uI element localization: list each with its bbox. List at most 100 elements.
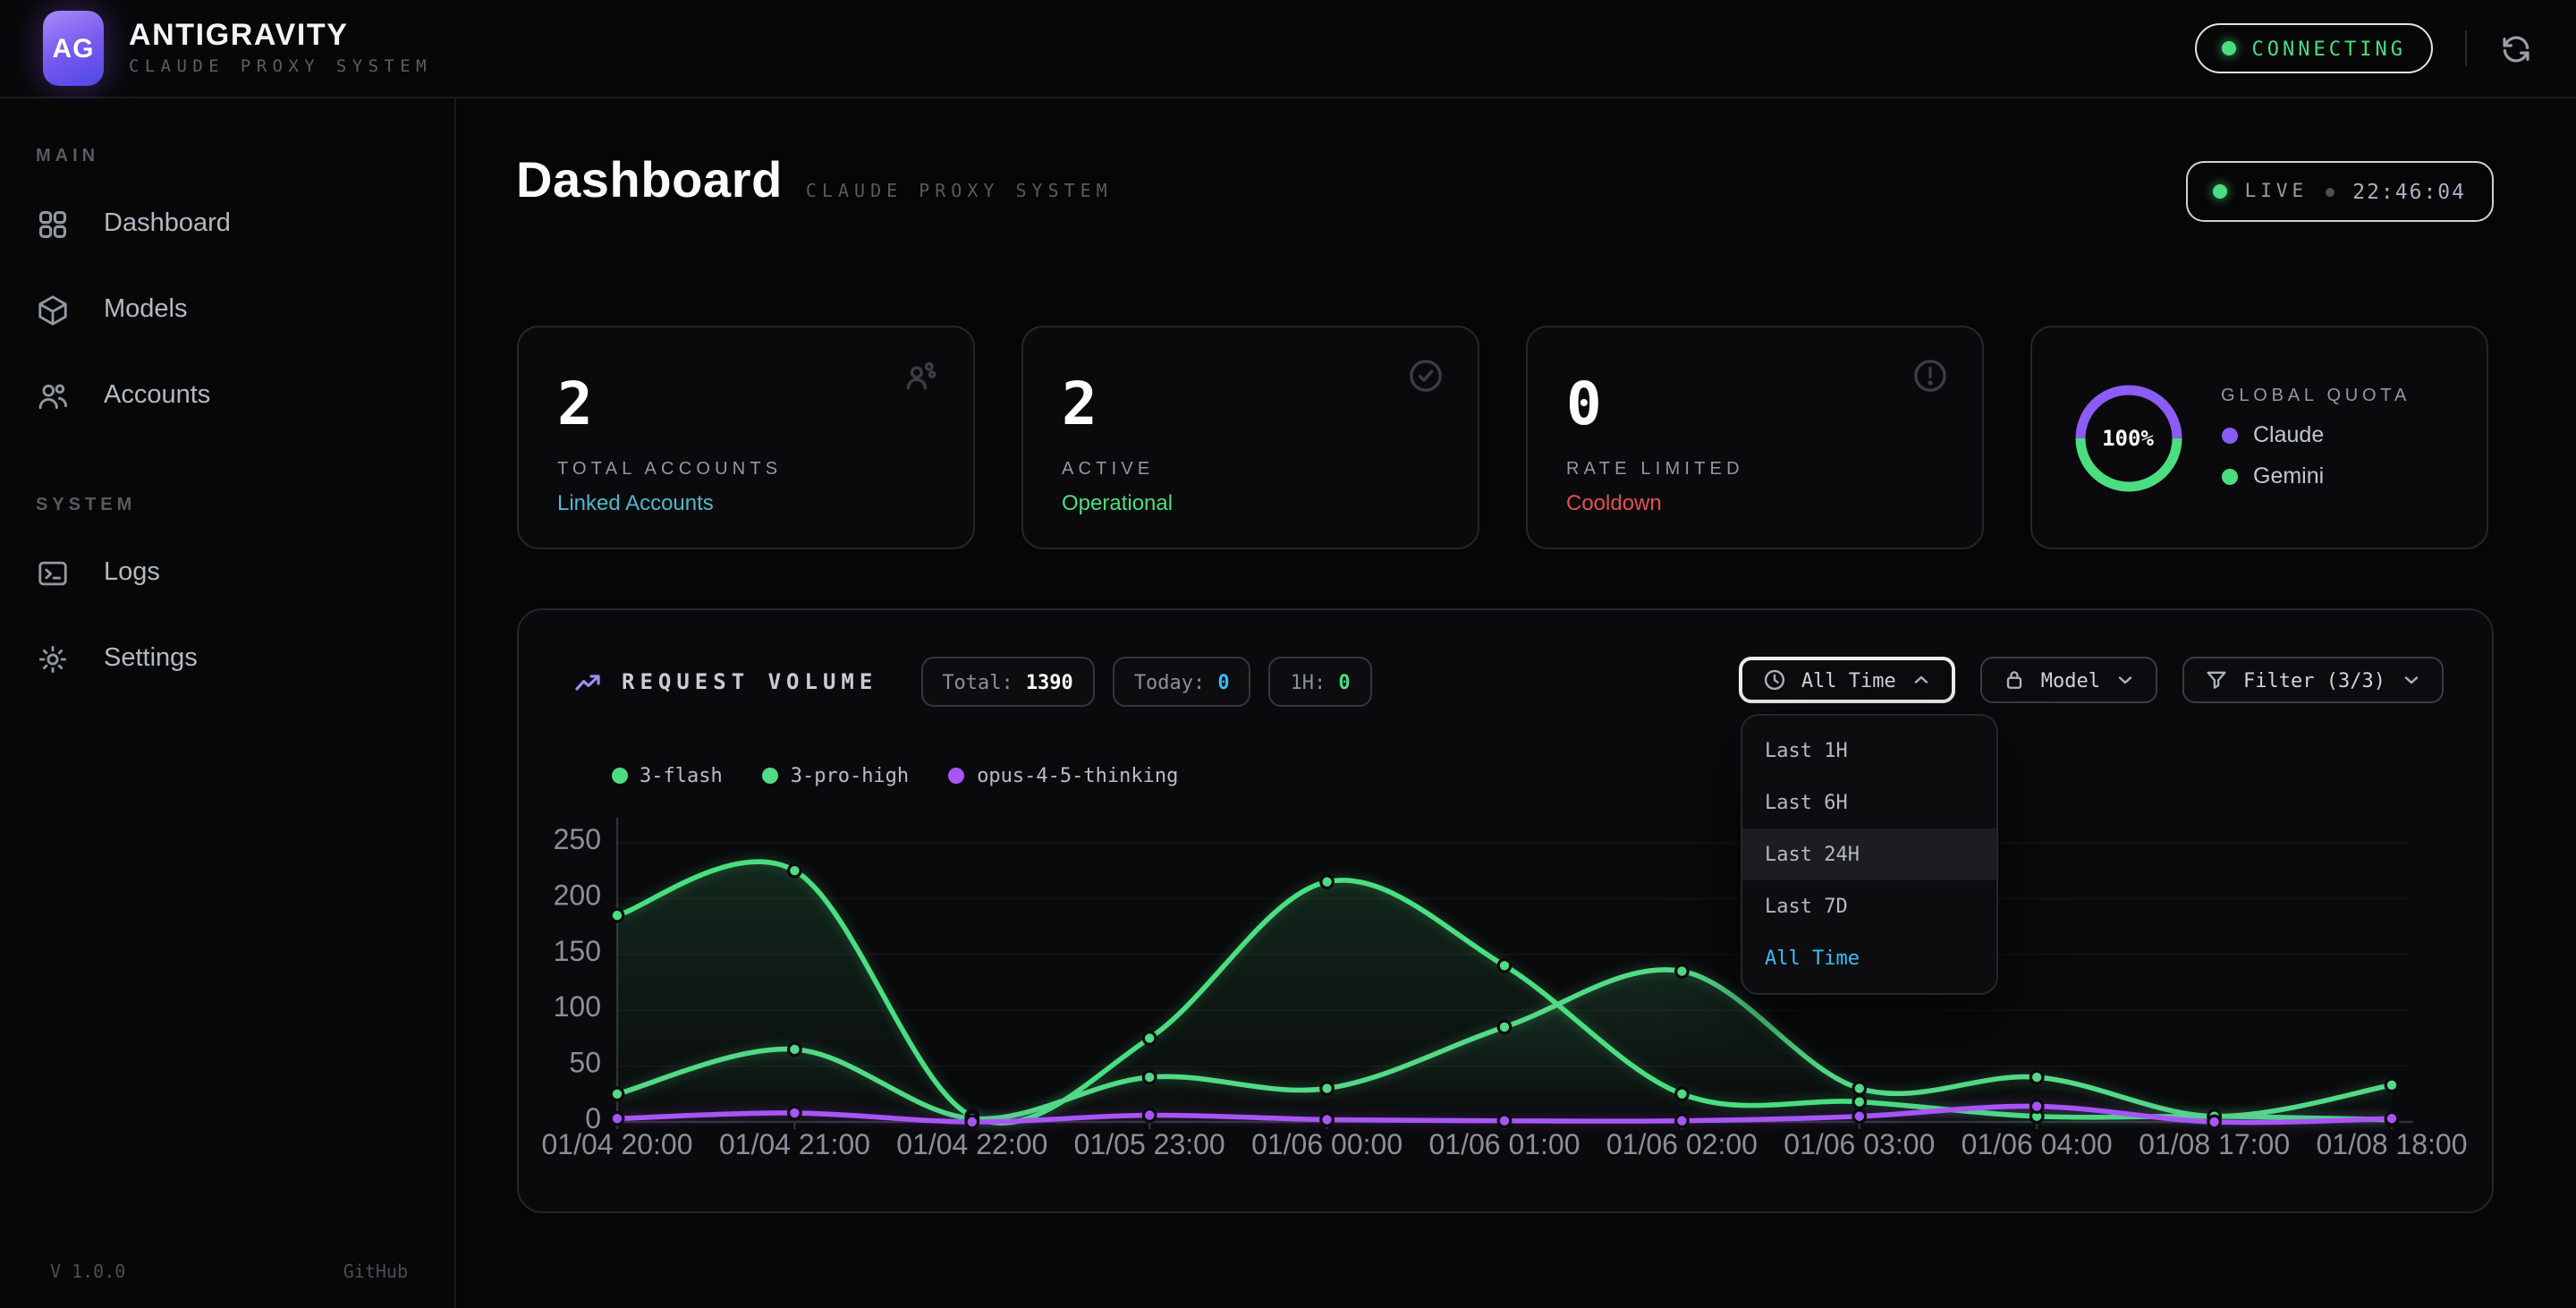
svg-text:150: 150 [553,935,600,967]
chevron-down-icon [2400,669,2421,691]
svg-text:50: 50 [568,1047,600,1079]
filter-button[interactable]: Filter (3/3) [2182,657,2443,703]
svg-text:200: 200 [553,879,600,911]
svg-text:100: 100 [553,990,600,1023]
dashboard-grid-icon [36,207,70,241]
main-content: Dashboard CLAUDE PROXY SYSTEM LIVE 22:46… [456,98,2576,1308]
today-chip: Today: 0 [1113,657,1251,707]
legend-item-3-pro-high: 3-pro-high [762,764,909,787]
chart-legend: 3-flash 3-pro-high opus-4-5-thinking [611,764,1178,787]
app-version: V 1.0.0 [50,1263,125,1283]
quota-wrap: 100% GLOBAL QUOTA Claude Gemini [2071,363,2446,512]
sidebar-footer: V 1.0.0 GitHub [50,1263,408,1283]
stat-chips: Total: 1390 Today: 0 1H: 0 [920,657,1371,707]
top-bar: AG ANTIGRAVITY CLAUDE PROXY SYSTEM CONNE… [0,0,2576,98]
time-range-dropdown: Last 1H Last 6H Last 24H Last 7D All Tim… [1740,714,1997,995]
brand-block: ANTIGRAVITY CLAUDE PROXY SYSTEM [129,19,432,77]
series-dot-icon [762,768,778,784]
live-status-badge: LIVE 22:46:04 [2186,161,2493,222]
sidebar-label-accounts: Accounts [104,381,210,410]
svg-text:01/06 04:00: 01/06 04:00 [1961,1128,2112,1160]
topbar-divider [2465,30,2467,66]
alert-circle-icon [1910,356,1949,395]
connection-status-badge: CONNECTING [2195,23,2433,73]
stat-label: RATE LIMITED [1566,460,1942,480]
funnel-icon [2204,667,2229,692]
dropdown-item-all-time[interactable]: All Time [1741,932,1996,984]
app-root: AG ANTIGRAVITY CLAUDE PROXY SYSTEM CONNE… [0,0,2576,1308]
page-subtitle: CLAUDE PROXY SYSTEM [806,183,1113,202]
claude-dot-icon [2221,427,2237,443]
chip-label: 1H: [1291,670,1326,693]
time-range-button[interactable]: All Time [1739,657,1955,703]
legend-item-opus: opus-4-5-thinking [948,764,1178,787]
dropdown-item-last-7d[interactable]: Last 7D [1741,880,1996,932]
quota-donut: 100% [2071,380,2185,495]
sidebar-item-accounts[interactable]: Accounts [32,369,422,422]
svg-text:01/08 17:00: 01/08 17:00 [2138,1128,2289,1160]
clock-icon [1762,667,1787,692]
panel-title: REQUEST VOLUME [622,669,877,694]
check-circle-icon [1405,356,1445,395]
sidebar-section-main: MAIN [36,147,422,166]
one-hour-chip: 1H: 0 [1269,657,1372,707]
sidebar-section-system: SYSTEM [36,496,422,515]
stat-sublabel: Operational [1062,490,1437,515]
series-dot-icon [611,768,627,784]
stat-card-total-accounts: 2 TOTAL ACCOUNTS Linked Accounts [516,326,974,549]
sidebar-item-dashboard[interactable]: Dashboard [32,197,422,251]
github-link[interactable]: GitHub [343,1263,408,1283]
page-title: Dashboard [516,152,783,209]
svg-text:01/04 21:00: 01/04 21:00 [718,1128,869,1160]
stat-card-active: 2 ACTIVE Operational [1021,326,1479,549]
model-button[interactable]: Model [1980,657,2157,703]
sidebar-label-dashboard: Dashboard [104,209,231,238]
sidebar-item-settings[interactable]: Settings [32,632,422,685]
stat-label: TOTAL ACCOUNTS [557,460,933,480]
series-dot-icon [948,768,964,784]
connection-status-label: CONNECTING [2252,37,2406,60]
separator-dot-icon [2326,187,2334,196]
request-volume-panel: REQUEST VOLUME Total: 1390 Today: 0 1H: … [516,608,2493,1213]
quota-legend: GLOBAL QUOTA Claude Gemini [2221,386,2411,488]
dropdown-item-last-6h[interactable]: Last 6H [1741,777,1996,828]
terminal-icon [36,556,70,590]
sidebar-gap [32,454,422,496]
sidebar-item-logs[interactable]: Logs [32,546,422,599]
stat-label: ACTIVE [1062,460,1437,480]
chip-label: Today: [1134,670,1206,693]
global-quota-card: 100% GLOBAL QUOTA Claude Gemini [2029,326,2487,549]
stat-value: 2 [1062,374,1437,433]
dropdown-item-last-1h[interactable]: Last 1H [1741,725,1996,777]
svg-text:01/05 23:00: 01/05 23:00 [1073,1128,1224,1160]
svg-text:01/06 02:00: 01/06 02:00 [1606,1128,1757,1160]
chip-value: 0 [1217,670,1229,693]
filter-label: Filter (3/3) [2243,668,2385,692]
status-dot-icon [2222,41,2236,55]
quota-legend-label: Gemini [2253,463,2324,488]
svg-text:01/06 01:00: 01/06 01:00 [1428,1128,1579,1160]
refresh-button[interactable] [2499,31,2533,65]
time-range-label: All Time [1801,668,1896,692]
stat-value: 0 [1566,374,1942,433]
stat-card-rate-limited: 0 RATE LIMITED Cooldown [1525,326,1983,549]
svg-text:01/04 20:00: 01/04 20:00 [540,1128,691,1160]
quota-legend-gemini: Gemini [2221,463,2411,488]
quota-title: GLOBAL QUOTA [2221,386,2411,406]
sidebar-label-logs: Logs [104,558,160,587]
svg-text:01/06 00:00: 01/06 00:00 [1250,1128,1402,1160]
sidebar-item-models[interactable]: Models [32,283,422,336]
refresh-icon [2499,31,2533,65]
quota-percent: 100% [2071,380,2185,495]
cube-icon [36,293,70,327]
stat-value: 2 [557,374,933,433]
svg-text:01/08 18:00: 01/08 18:00 [2315,1128,2466,1160]
dropdown-item-last-24h[interactable]: Last 24H [1741,828,1996,880]
legend-label: 3-pro-high [791,764,909,787]
topbar-right: CONNECTING [2195,23,2533,73]
chip-value: 1390 [1026,670,1073,693]
sidebar-label-models: Models [104,295,188,324]
svg-text:250: 250 [553,823,600,855]
model-label: Model [2041,668,2100,692]
logo-text: AG [53,33,95,64]
